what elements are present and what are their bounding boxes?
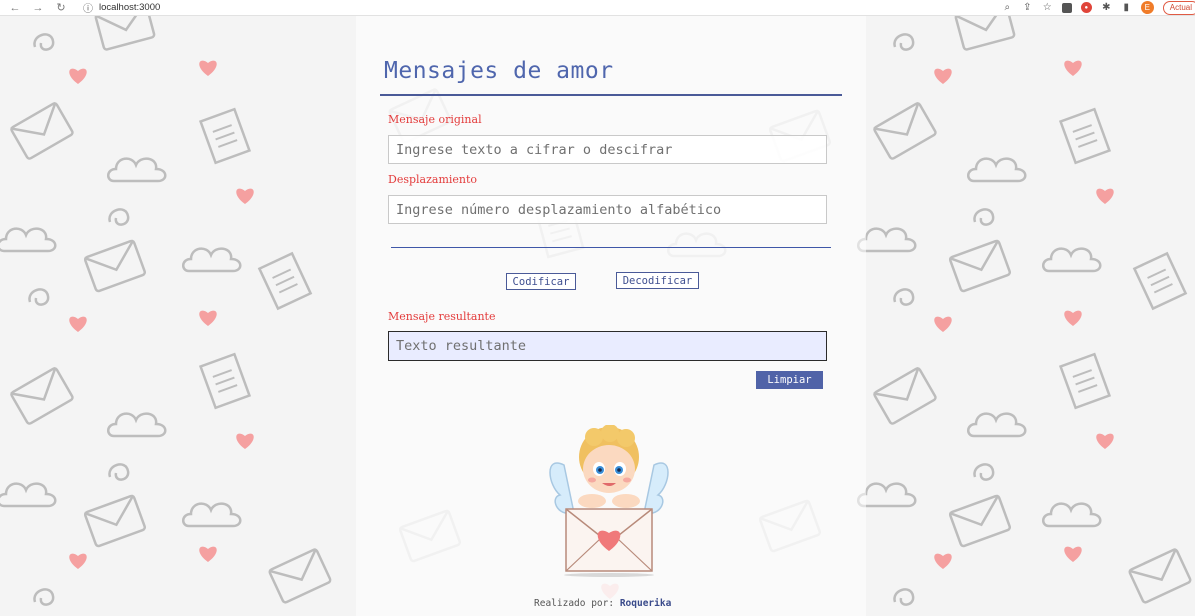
- address-bar[interactable]: localhost:3000: [99, 2, 160, 13]
- puzzle-extensions-icon[interactable]: ✱: [1101, 2, 1112, 13]
- result-message-label: Mensaje resultante: [388, 310, 496, 323]
- original-message-label: Mensaje original: [388, 113, 482, 126]
- footer-prefix: Realizado por:: [534, 598, 615, 609]
- page-title: Mensajes de amor: [384, 58, 614, 84]
- reload-icon[interactable]: ↻: [55, 1, 67, 14]
- form-divider: [391, 247, 831, 248]
- extension-icon[interactable]: [1061, 2, 1072, 13]
- update-button[interactable]: Actual: [1162, 0, 1195, 15]
- footer-author: Roquerika: [619, 598, 672, 609]
- zoom-icon[interactable]: ⌕: [1002, 2, 1013, 13]
- bookmark-star-icon[interactable]: ☆: [1042, 2, 1053, 13]
- result-message-output[interactable]: Texto resultante: [388, 331, 827, 361]
- decode-button[interactable]: Decodificar: [616, 272, 699, 289]
- share-icon[interactable]: ⇪: [1022, 2, 1033, 13]
- cupid-illustration: [549, 425, 669, 577]
- shift-label: Desplazamiento: [388, 173, 478, 186]
- browser-toolbar: ← → ↻ ⓘ localhost:3000 ⌕ ⇪ ☆ ● ✱ ▮ E Act…: [0, 0, 1195, 16]
- original-message-input[interactable]: Ingrese texto a cifrar o descifrar: [388, 135, 827, 164]
- forward-icon[interactable]: →: [32, 2, 44, 14]
- extension-red-icon[interactable]: ●: [1080, 2, 1092, 13]
- shift-input[interactable]: Ingrese número desplazamiento alfabético: [388, 195, 827, 224]
- profile-avatar[interactable]: E: [1140, 1, 1154, 14]
- encode-button[interactable]: Codificar: [506, 273, 576, 290]
- clear-button[interactable]: Limpiar: [756, 371, 823, 389]
- pattern-right: [856, 16, 1193, 606]
- pattern-left: [0, 16, 333, 606]
- sidebar-icon[interactable]: ▮: [1121, 2, 1132, 13]
- title-divider: [380, 94, 842, 96]
- site-info-icon[interactable]: ⓘ: [83, 0, 93, 15]
- back-icon[interactable]: ←: [9, 2, 21, 14]
- footer-credit: Realizado por: Roquerika: [534, 598, 671, 609]
